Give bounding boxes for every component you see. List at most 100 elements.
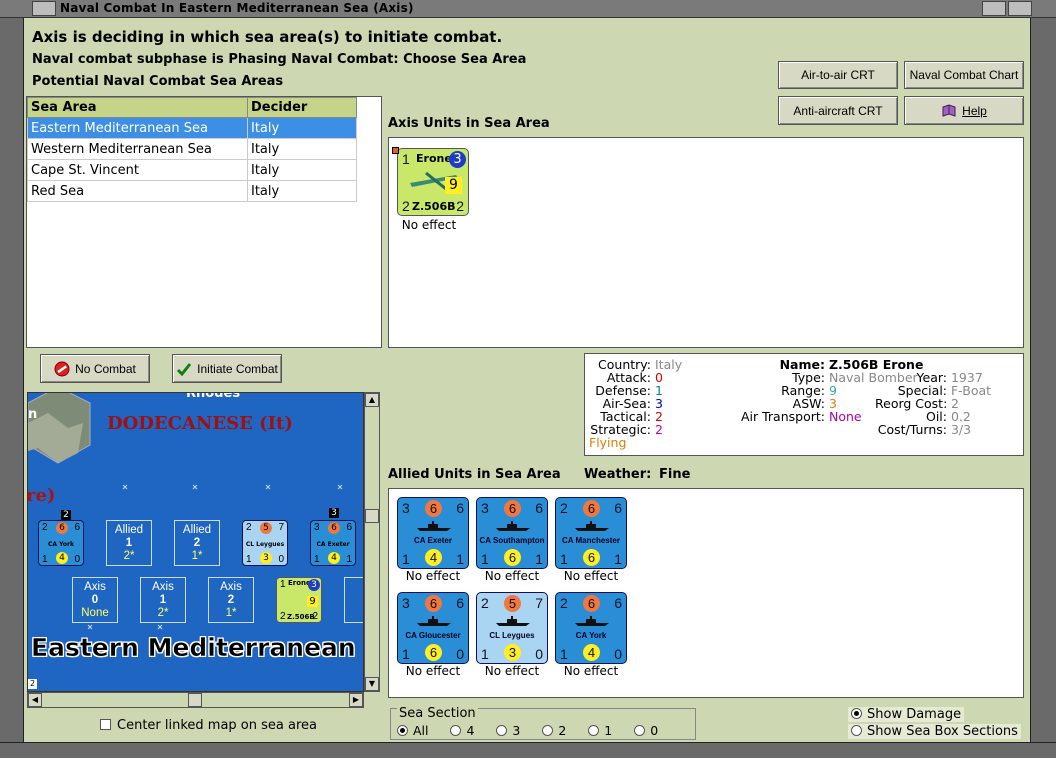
unit-stat: 6 (504, 500, 521, 517)
table-row[interactable]: Cape St. Vincent Italy (27, 159, 357, 181)
sea-area-cell: Red Sea (27, 180, 248, 202)
cost-turns-label: Cost/Turns: (877, 422, 947, 437)
table-row[interactable]: Eastern Mediterranean Sea Italy (27, 117, 357, 139)
allied-units-heading: Allied Units in Sea Area (388, 467, 561, 482)
unit-stat: 2 (560, 595, 568, 611)
map-label-rhodes: Rhodes (186, 392, 241, 401)
map-unit-erone[interactable]: 1 Erone 3 9 2 Z.506B 2 (276, 577, 322, 623)
sea-section-option-0[interactable]: 0 (634, 723, 658, 738)
title-bar: Naval Combat In Eastern Mediterranean Se… (0, 0, 1056, 18)
anti-aircraft-crt-button[interactable]: Anti-aircraft CRT (778, 96, 898, 125)
box-value: 1* (191, 550, 203, 562)
help-button[interactable]: Help (904, 96, 1024, 125)
window-frame-right (1030, 18, 1056, 758)
unit-name: Z.506B (412, 200, 456, 213)
map-unit-name: CL Leygues (245, 541, 285, 548)
radio-button[interactable] (496, 725, 508, 736)
radio-button[interactable] (450, 725, 462, 736)
map-unit-name: Z.506B (287, 613, 315, 621)
no-combat-button[interactable]: No Combat (40, 354, 150, 383)
air-to-air-crt-button[interactable]: Air-to-air CRT (778, 61, 898, 89)
map-unit-ca-exeter[interactable]: 366 CA Exeter 141 (310, 520, 356, 566)
show-sea-box-label: Show Sea Box Sections (867, 724, 1018, 739)
scroll-right-button[interactable]: ▶ (349, 693, 363, 707)
map-unit-stat: 0 (74, 554, 80, 565)
radio-button[interactable] (588, 725, 600, 736)
allied-box-1[interactable]: Allied 1 2* (106, 520, 152, 566)
center-map-checkbox[interactable] (100, 719, 111, 730)
air-to-air-crt-label: Air-to-air CRT (801, 68, 875, 82)
table-row[interactable]: Red Sea Italy (27, 180, 357, 202)
unit-stat: 0 (614, 646, 622, 662)
radio-button[interactable] (851, 708, 862, 719)
scroll-left-button[interactable]: ◀ (28, 693, 42, 707)
sea-section-option-2[interactable]: 2 (542, 723, 566, 738)
scroll-thumb[interactable] (365, 509, 379, 523)
initiate-combat-button[interactable]: Initiate Combat (172, 354, 282, 383)
allied-box-2[interactable]: Allied 2 1* (174, 520, 220, 566)
box-value: 2* (123, 550, 135, 562)
table-row[interactable]: Western Mediterranean Sea Italy (27, 138, 357, 160)
unit-stat: 6 (583, 595, 600, 612)
map-unit-stat: 3 (260, 552, 272, 564)
map-unit-stat: 2 (312, 611, 318, 622)
unit-counter-erone[interactable]: 1 Erone 3 9 2 Z.506B 2 (392, 147, 469, 216)
linked-map[interactable]: Rhodes DODECANESE (It) n re) 2 266 CA Yo… (27, 392, 364, 692)
unit-stat: 1 (481, 551, 489, 567)
radio-button[interactable] (397, 725, 408, 736)
unit-name: CA Manchester (562, 536, 620, 545)
unit-counter-ca-york[interactable]: 2 6 6 CA York 1 4 0 (555, 592, 627, 664)
column-header-sea-area[interactable]: Sea Area (27, 97, 248, 118)
unit-info-left: Country: Italy Attack: 0 Defense: 1 Air-… (589, 358, 682, 449)
radio-button[interactable] (634, 725, 646, 736)
axis-box-partial[interactable]: A (344, 577, 363, 623)
option-label: All (413, 723, 429, 738)
minimize-button[interactable] (982, 1, 1006, 16)
sea-section-option-4[interactable]: 4 (450, 723, 474, 738)
unit-effect-label: No effect (563, 569, 619, 583)
scroll-down-button[interactable]: ▼ (365, 677, 379, 691)
unit-counter-ca-gloucester[interactable]: 3 6 6 CA Gloucester 1 6 0 (397, 592, 469, 664)
radio-button[interactable] (542, 725, 554, 736)
unit-info-panel: Country: Italy Attack: 0 Defense: 1 Air-… (584, 353, 1024, 456)
map-unit-stat: 2 (42, 522, 48, 533)
unit-counter-ca-manchester[interactable]: 2 6 6 CA Manchester 1 6 1 (555, 497, 627, 569)
map-unit-stat: 1 (246, 554, 252, 565)
axis-box-0[interactable]: Axis 0 None (72, 577, 118, 623)
close-button[interactable] (1008, 1, 1032, 16)
map-unit-stat: 1 (280, 579, 286, 590)
show-damage-option[interactable]: Show Damage (848, 707, 965, 722)
scroll-thumb[interactable] (188, 693, 202, 707)
axis-box-1[interactable]: Axis 1 2* (140, 577, 186, 623)
unit-stat: 6 (535, 500, 543, 516)
unit-counter-ca-exeter[interactable]: 3 6 6 CA Exeter 1 4 1 (397, 497, 469, 569)
map-unit-stat: 6 (56, 522, 68, 534)
center-map-checkbox-row[interactable]: Center linked map on sea area (100, 718, 317, 733)
allied-units-panel: 3 6 6 CA Exeter 1 4 1 No effect 3 6 6 CA Southampto… (388, 488, 1024, 698)
unit-counter-cl-leygues[interactable]: 2 5 7 CL Leygues 1 3 0 (476, 592, 548, 664)
axis-box-2[interactable]: Axis 2 1* (208, 577, 254, 623)
sea-section-option-all[interactable]: All (397, 723, 429, 738)
map-horizontal-scrollbar[interactable]: ◀ ▶ (27, 692, 364, 708)
weather-value: Fine (659, 467, 691, 482)
map-sea-label: Eastern Mediterranean (31, 633, 356, 663)
sea-section-option-1[interactable]: 1 (588, 723, 612, 738)
scroll-up-button[interactable]: ▲ (365, 393, 379, 407)
box-label: Allied (114, 524, 144, 536)
sea-section-option-3[interactable]: 3 (496, 723, 520, 738)
unit-stat: 6 (583, 500, 600, 517)
map-vertical-scrollbar[interactable]: ▲ ▼ (364, 392, 380, 692)
initiate-combat-label: Initiate Combat (197, 361, 278, 376)
map-unit-cl-leygues[interactable]: 257 CL Leygues 130 (242, 520, 288, 566)
unit-counter-ca-southampton[interactable]: 3 6 6 CA Southampton 1 6 1 (476, 497, 548, 569)
column-header-decider[interactable]: Decider (247, 97, 357, 118)
box-label: A (345, 581, 363, 594)
system-menu-button[interactable] (32, 1, 56, 16)
radio-button[interactable] (851, 725, 862, 736)
show-sea-box-option[interactable]: Show Sea Box Sections (848, 724, 1021, 739)
naval-combat-chart-button[interactable]: Naval Combat Chart (904, 61, 1024, 89)
stack-count-badge: 3 (329, 508, 339, 518)
map-unit-stat: 2 (280, 611, 286, 622)
box-label: Axis (84, 581, 106, 593)
map-unit-ca-york[interactable]: 266 CA York 140 (38, 520, 84, 566)
